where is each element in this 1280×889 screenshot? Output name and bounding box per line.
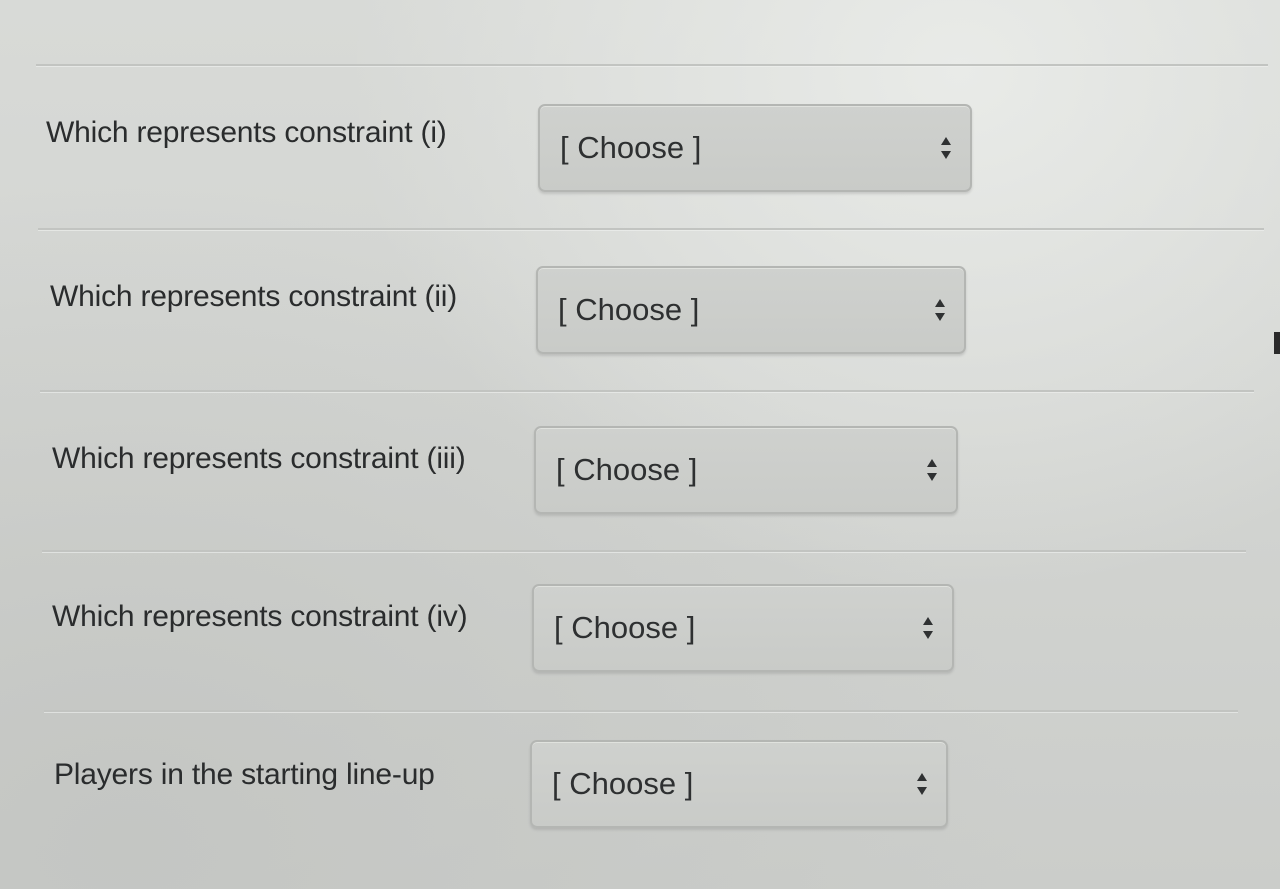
divider <box>36 64 1268 66</box>
question-label: Which represents constraint (ii) <box>50 280 458 313</box>
scrollbar-edge[interactable] <box>1274 332 1280 354</box>
question-label: Players in the starting line-up <box>54 758 435 791</box>
select-value: [ Choose ] <box>552 766 694 801</box>
up-down-chevron-icon <box>940 134 952 162</box>
answer-select-constraint-ii[interactable]: [ Choose ] <box>536 266 966 354</box>
question-row-constraint-ii: Which represents constraint (ii) [ Choos… <box>0 262 1280 354</box>
up-down-chevron-icon <box>934 296 946 324</box>
select-value: [ Choose ] <box>560 130 702 165</box>
up-down-chevron-icon <box>916 770 928 798</box>
question-label: Which represents constraint (iii) <box>52 442 466 475</box>
question-row-constraint-iv: Which represents constraint (iv) [ Choos… <box>0 582 1280 672</box>
select-value: [ Choose ] <box>554 610 696 645</box>
up-down-chevron-icon <box>922 614 934 642</box>
select-value: [ Choose ] <box>556 452 698 487</box>
divider <box>42 550 1246 552</box>
answer-select-constraint-iii[interactable]: [ Choose ] <box>534 426 958 514</box>
select-value: [ Choose ] <box>558 292 700 327</box>
question-row-constraint-iii: Which represents constraint (iii) [ Choo… <box>0 424 1280 514</box>
question-label: Which represents constraint (i) <box>46 116 447 149</box>
divider <box>40 390 1254 392</box>
question-row-constraint-i: Which represents constraint (i) [ Choose… <box>0 100 1280 192</box>
answer-select-constraint-iv[interactable]: [ Choose ] <box>532 584 954 672</box>
divider <box>44 710 1238 712</box>
answer-select-constraint-i[interactable]: [ Choose ] <box>538 104 972 192</box>
up-down-chevron-icon <box>926 456 938 484</box>
question-label: Which represents constraint (iv) <box>52 600 468 633</box>
answer-select-starting-lineup[interactable]: [ Choose ] <box>530 740 948 828</box>
question-row-starting-lineup: Players in the starting line-up [ Choose… <box>0 738 1280 828</box>
divider <box>38 228 1264 230</box>
